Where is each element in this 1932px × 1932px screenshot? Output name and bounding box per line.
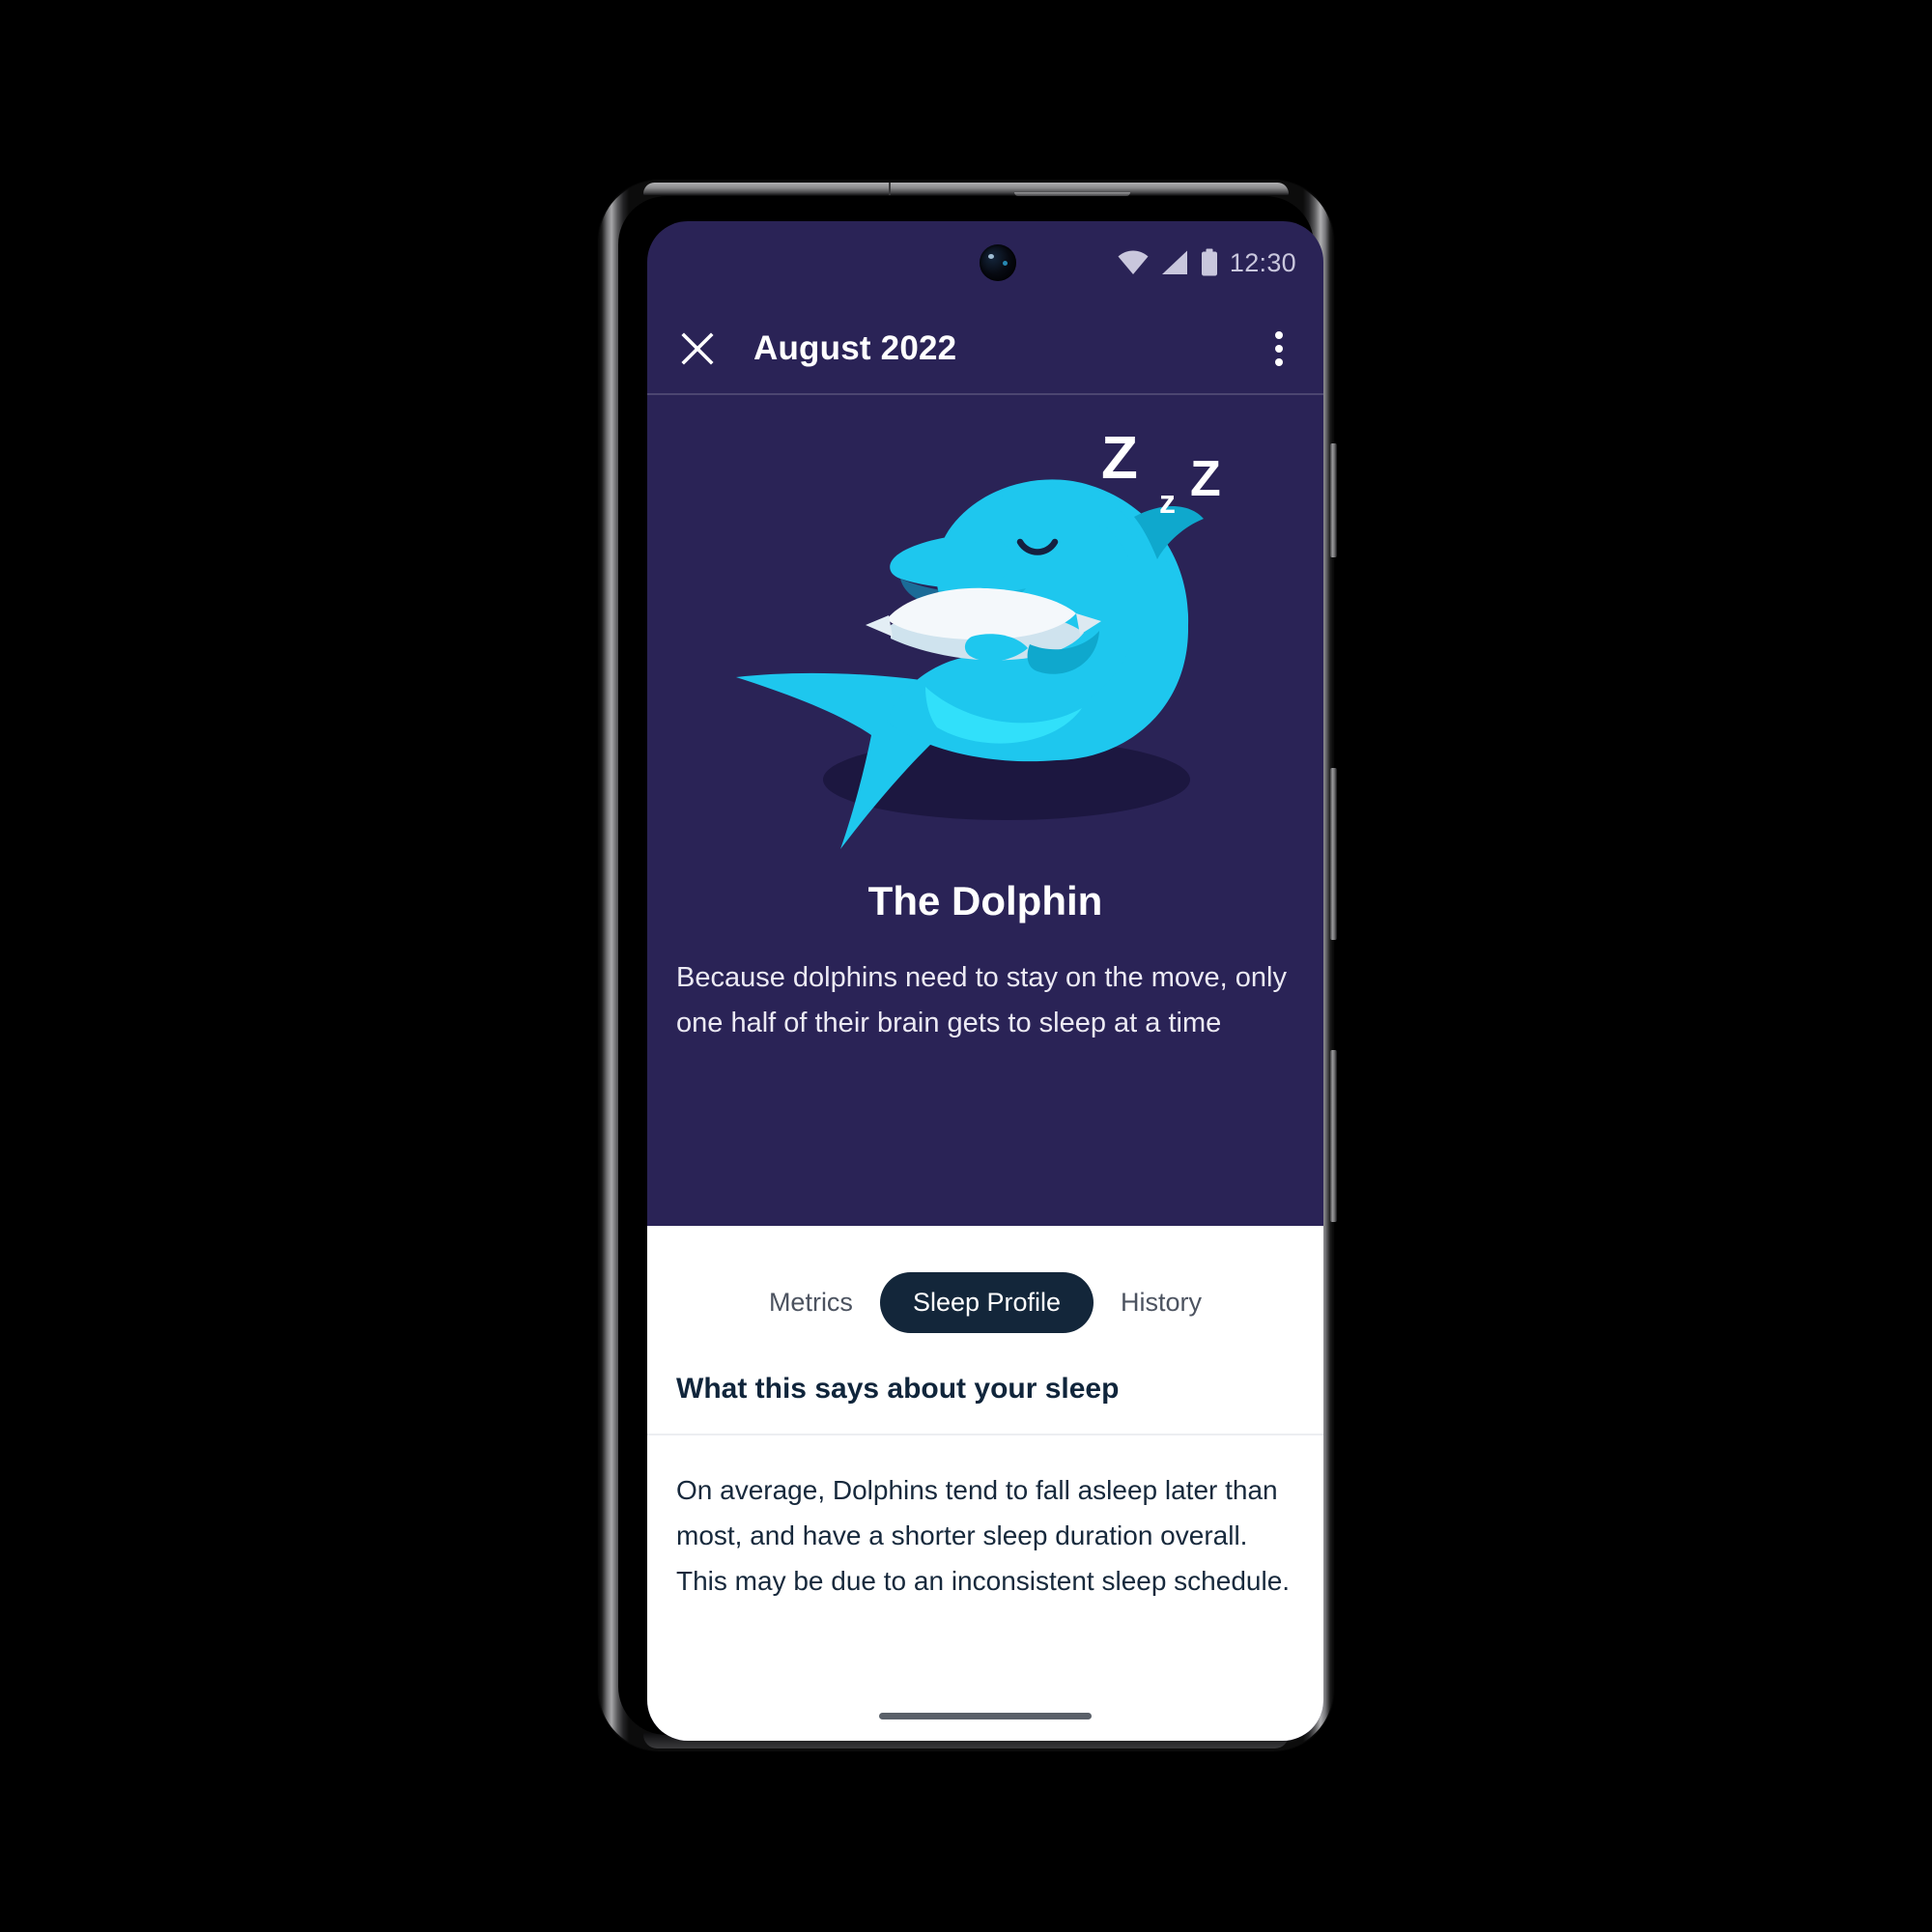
sleeping-dolphin-illustration: Z z Z — [647, 395, 1323, 859]
phone-bezel: 12:30 August 2022 Z z Z The Dolphin Beca… — [618, 196, 1323, 1741]
close-icon — [681, 332, 714, 365]
volume-up-button[interactable] — [1330, 768, 1337, 940]
status-bar-clock: 12:30 — [1229, 247, 1296, 277]
zzz-letter-small: z — [1159, 484, 1176, 521]
tab-bar: Metrics Sleep Profile History — [647, 1255, 1323, 1350]
sleep-profile-description: Because dolphins need to stay on the mov… — [676, 962, 1287, 1038]
phone-screen: 12:30 August 2022 Z z Z The Dolphin Beca… — [647, 221, 1323, 1741]
pillow-tip-left — [866, 615, 893, 637]
phone-top-rail-highlight — [643, 183, 1289, 195]
app-bar: August 2022 — [647, 304, 1323, 393]
page-title: August 2022 — [753, 329, 957, 367]
dolphin-artwork-svg: Z z Z — [736, 425, 1221, 849]
tab-sleep-profile[interactable]: Sleep Profile — [879, 1271, 1094, 1333]
more-vertical-icon-dot-1 — [1275, 331, 1283, 339]
zzz-letter-medium: Z — [1190, 451, 1221, 507]
phone-top-antenna-seam — [889, 183, 891, 195]
hero-section: Z z Z The Dolphin Because dolphins need … — [647, 395, 1323, 1226]
power-button[interactable] — [1330, 443, 1337, 557]
battery-icon — [1201, 248, 1217, 276]
tab-metrics[interactable]: Metrics — [748, 1272, 874, 1333]
camera-glint-secondary — [1003, 261, 1008, 266]
camera-glint-primary — [988, 254, 994, 259]
tab-history[interactable]: History — [1099, 1272, 1223, 1333]
section-heading: What this says about your sleep — [676, 1373, 1120, 1405]
zzz-letter-large: Z — [1101, 425, 1138, 492]
home-indicator[interactable] — [879, 1713, 1092, 1719]
overflow-menu-button[interactable] — [1252, 322, 1306, 376]
section-body-text: On average, Dolphins tend to fall asleep… — [676, 1475, 1291, 1596]
front-camera-punch-hole — [980, 244, 1016, 281]
more-vertical-icon-dot-2 — [1275, 345, 1283, 353]
content-sheet: Metrics Sleep Profile History What this … — [647, 1226, 1323, 1741]
volume-down-button[interactable] — [1330, 1050, 1337, 1222]
wifi-icon — [1118, 250, 1149, 274]
phone-device-frame: 12:30 August 2022 Z z Z The Dolphin Beca… — [599, 181, 1337, 1750]
close-button[interactable] — [670, 322, 724, 376]
section-divider — [647, 1434, 1323, 1435]
more-vertical-icon-dot-3 — [1275, 358, 1283, 366]
sleep-profile-title: The Dolphin — [867, 878, 1103, 923]
cellular-signal-icon — [1161, 250, 1187, 274]
